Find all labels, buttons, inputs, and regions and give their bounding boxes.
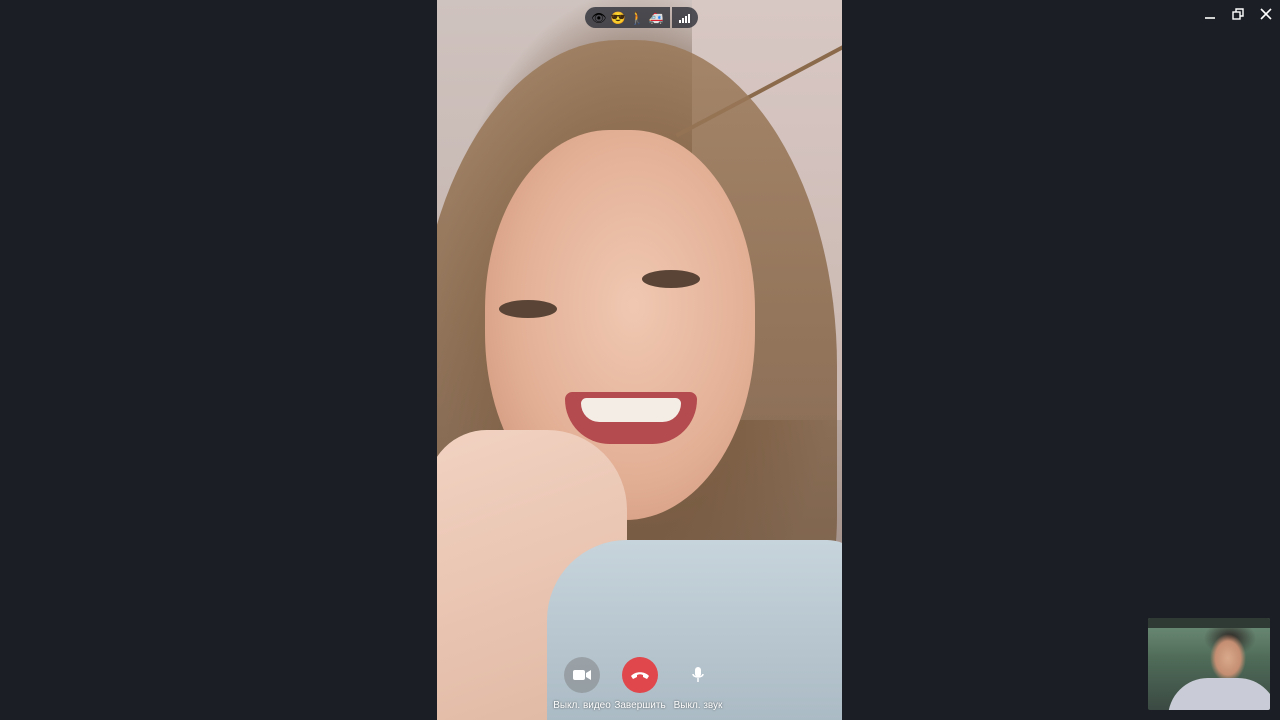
window-controls <box>1196 4 1280 24</box>
microphone-icon <box>692 667 704 682</box>
signal-indicator <box>672 7 698 28</box>
close-button[interactable] <box>1252 4 1280 24</box>
call-status-pill: 👁 😎 🚶 🚑 <box>585 7 698 28</box>
call-controls: Выкл. видео Завершить Выкл. звук <box>552 657 724 720</box>
encryption-emoji-group[interactable]: 👁 😎 🚶 🚑 <box>585 7 670 28</box>
end-call-label: Завершить <box>614 700 666 711</box>
status-emoji-2: 😎 <box>610 10 626 25</box>
mute-label: Выкл. звук <box>673 700 723 711</box>
minimize-icon <box>1205 17 1215 19</box>
video-off-label: Выкл. видео <box>553 700 611 711</box>
self-view-shirt <box>1168 678 1270 710</box>
remote-video <box>437 0 842 720</box>
video-eye-left <box>499 300 557 318</box>
restore-button[interactable] <box>1224 4 1252 24</box>
signal-bars-icon <box>679 13 690 23</box>
status-emoji-1: 👁 <box>591 10 607 25</box>
video-teeth <box>581 398 681 422</box>
end-call-button[interactable]: Завершить <box>610 657 670 711</box>
minimize-button[interactable] <box>1196 4 1224 24</box>
self-view-video[interactable] <box>1148 618 1270 710</box>
status-emoji-4: 🚑 <box>648 10 664 25</box>
camera-icon <box>573 670 591 680</box>
close-icon <box>1260 8 1272 20</box>
self-view-ceiling <box>1148 618 1270 628</box>
hang-up-icon <box>631 672 649 679</box>
restore-icon <box>1232 8 1244 20</box>
mute-button[interactable]: Выкл. звук <box>668 657 728 711</box>
status-emoji-3: 🚶 <box>629 10 645 25</box>
video-off-button[interactable]: Выкл. видео <box>552 657 612 711</box>
video-eye-right <box>642 270 700 288</box>
